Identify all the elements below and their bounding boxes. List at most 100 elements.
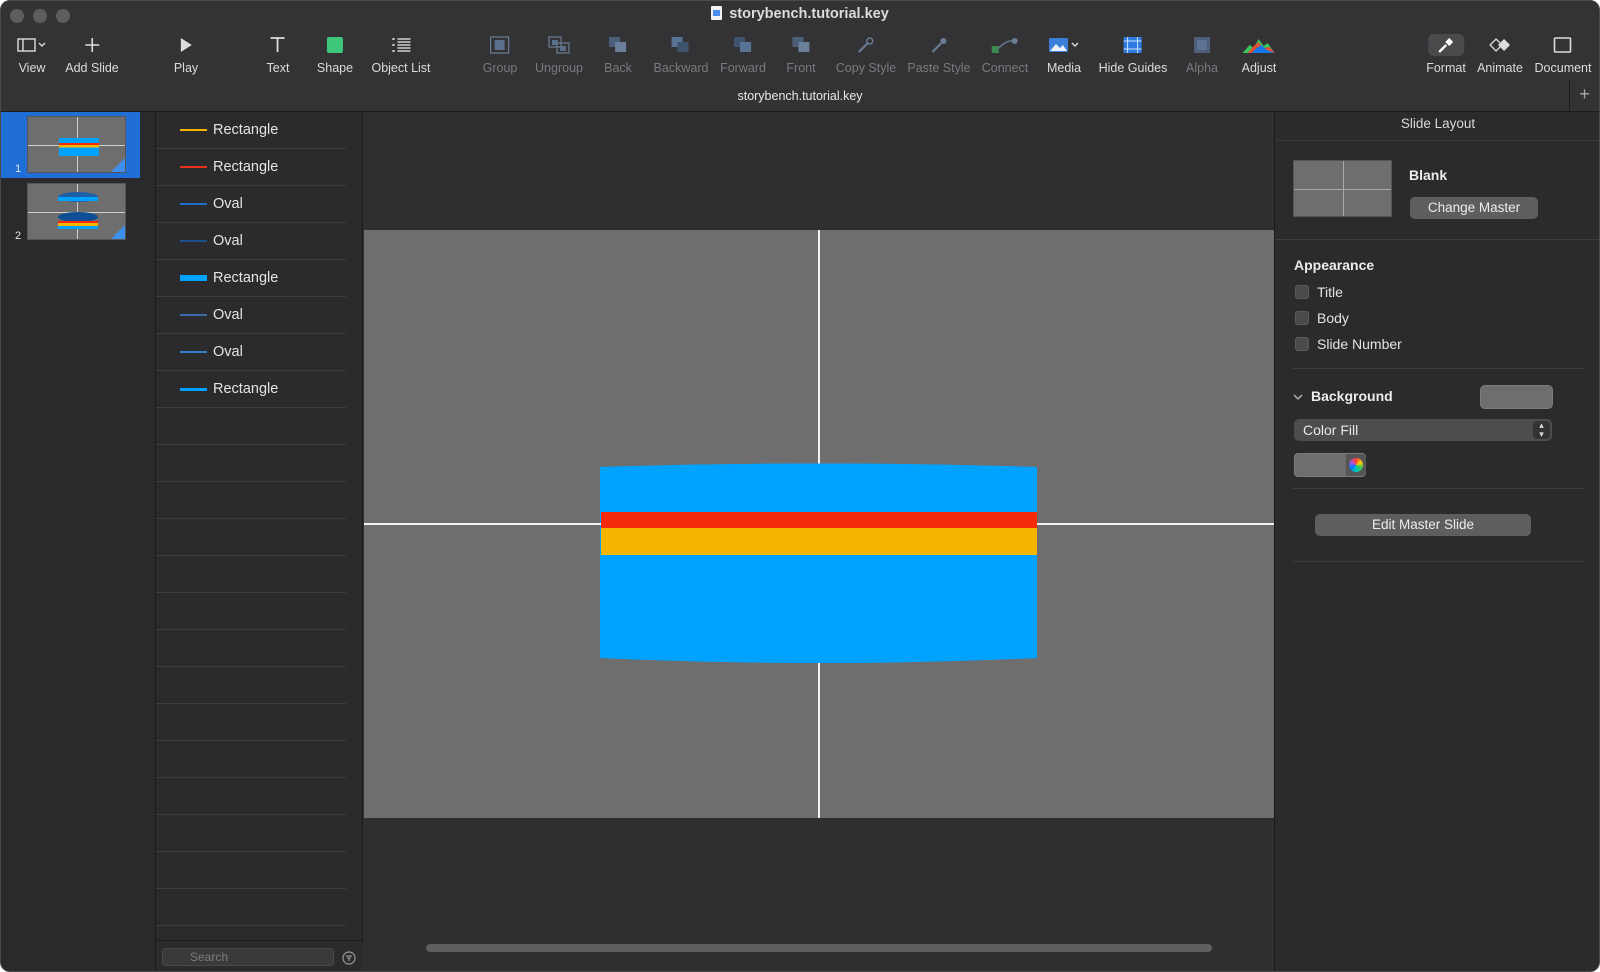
master-name: Blank bbox=[1409, 167, 1448, 183]
play-button[interactable]: Play bbox=[174, 34, 198, 75]
document-label: Document bbox=[1534, 61, 1592, 75]
empty-list-row bbox=[156, 556, 346, 593]
fill-type-select[interactable]: Color Fill ▴ ▾ bbox=[1294, 419, 1552, 441]
slide-2-preview bbox=[27, 183, 126, 240]
copy-style-icon bbox=[836, 34, 896, 56]
hide-guides-button[interactable]: Hide Guides bbox=[1099, 34, 1168, 75]
object-swatch-icon bbox=[180, 351, 207, 353]
body-checkbox-label: Body bbox=[1317, 310, 1349, 326]
object-list-button[interactable]: Object List bbox=[371, 34, 431, 75]
connect-button[interactable]: Connect bbox=[982, 34, 1028, 75]
object-list-item[interactable]: Oval bbox=[156, 186, 346, 223]
alpha-button[interactable]: Alpha bbox=[1186, 34, 1218, 75]
add-slide-label: Add Slide bbox=[65, 61, 119, 75]
window-title-text: storybench.tutorial.key bbox=[729, 6, 889, 22]
view-label: View bbox=[18, 61, 46, 75]
filter-icon[interactable] bbox=[342, 951, 356, 965]
background-color-swatch[interactable] bbox=[1480, 385, 1553, 409]
object-swatch-icon bbox=[180, 275, 207, 281]
object-list-item[interactable]: Rectangle bbox=[156, 149, 346, 186]
empty-list-row bbox=[156, 593, 346, 630]
object-list-item[interactable]: Oval bbox=[156, 223, 346, 260]
body-checkbox-row[interactable]: Body bbox=[1295, 310, 1349, 326]
text-label: Text bbox=[266, 61, 290, 75]
view-button[interactable]: View bbox=[17, 34, 47, 75]
slide-thumbnail-2[interactable]: 2 bbox=[1, 179, 140, 245]
title-checkbox-row[interactable]: Title bbox=[1295, 284, 1343, 300]
front-button[interactable]: Front bbox=[786, 34, 816, 75]
object-name: Rectangle bbox=[213, 270, 279, 286]
slide-1-preview bbox=[27, 116, 126, 173]
keynote-window: storybench.tutorial.key View Add Slide P… bbox=[0, 0, 1600, 972]
document-button[interactable]: Document bbox=[1534, 34, 1592, 75]
plus-icon bbox=[65, 34, 119, 56]
chevron-down-icon[interactable] bbox=[1293, 393, 1303, 401]
title-checkbox[interactable] bbox=[1295, 285, 1309, 299]
shape-icon bbox=[317, 34, 353, 56]
shape-label: Shape bbox=[316, 61, 354, 75]
slide-1-canvas[interactable] bbox=[364, 230, 1274, 818]
object-swatch-icon bbox=[180, 166, 207, 168]
color-wheel-icon[interactable] bbox=[1346, 454, 1366, 476]
new-tab-button[interactable]: + bbox=[1569, 80, 1599, 111]
paste-style-button[interactable]: Paste Style bbox=[907, 34, 971, 75]
copy-style-label: Copy Style bbox=[835, 61, 897, 75]
empty-list-row bbox=[156, 445, 346, 482]
backward-button[interactable]: Backward bbox=[654, 34, 708, 75]
empty-list-row bbox=[156, 815, 346, 852]
object-list-item[interactable]: Oval bbox=[156, 334, 346, 371]
empty-list-row bbox=[156, 852, 346, 889]
text-icon bbox=[267, 34, 290, 56]
format-label: Format bbox=[1426, 61, 1466, 75]
media-button[interactable]: Media bbox=[1047, 34, 1081, 75]
group-button[interactable]: Group bbox=[483, 34, 517, 75]
object-list-item[interactable]: Rectangle bbox=[156, 371, 346, 408]
format-button[interactable]: Format bbox=[1426, 34, 1466, 75]
edit-master-slide-button[interactable]: Edit Master Slide bbox=[1315, 514, 1531, 536]
appearance-heading: Appearance bbox=[1294, 257, 1375, 273]
slide-1-corner-marker bbox=[111, 158, 125, 172]
change-master-button[interactable]: Change Master bbox=[1410, 197, 1538, 219]
object-list-item[interactable]: Oval bbox=[156, 297, 346, 334]
forward-label: Forward bbox=[720, 61, 766, 75]
object-list-label: Object List bbox=[371, 61, 431, 75]
empty-list-row bbox=[156, 667, 346, 704]
horizontal-scrollbar[interactable] bbox=[426, 944, 1212, 952]
slide-number-checkbox-label: Slide Number bbox=[1317, 336, 1402, 352]
divider bbox=[1293, 561, 1585, 562]
animate-button[interactable]: Animate bbox=[1477, 34, 1523, 75]
slide-number-checkbox-row[interactable]: Slide Number bbox=[1295, 336, 1402, 352]
object-name: Oval bbox=[213, 344, 243, 360]
slide-thumbnail-1[interactable]: 1 bbox=[1, 112, 140, 178]
toolbar: storybench.tutorial.key View Add Slide P… bbox=[1, 1, 1599, 112]
keynote-document-icon bbox=[711, 6, 723, 20]
text-button[interactable]: Text bbox=[266, 34, 290, 75]
slide-number-checkbox[interactable] bbox=[1295, 337, 1309, 351]
object-swatch-icon bbox=[180, 203, 207, 205]
object-name: Oval bbox=[213, 307, 243, 323]
back-label: Back bbox=[604, 61, 632, 75]
background-heading: Background bbox=[1311, 388, 1393, 404]
body-checkbox[interactable] bbox=[1295, 311, 1309, 325]
empty-list-row bbox=[156, 408, 346, 445]
document-tab-title: storybench.tutorial.key bbox=[737, 89, 863, 103]
adjust-button[interactable]: Adjust bbox=[1242, 34, 1276, 75]
object-name: Rectangle bbox=[213, 381, 279, 397]
fill-type-value: Color Fill bbox=[1303, 422, 1359, 438]
fill-color-well[interactable] bbox=[1294, 453, 1366, 477]
alpha-icon bbox=[1186, 34, 1218, 56]
object-list-item[interactable]: Rectangle bbox=[156, 112, 346, 149]
add-slide-button[interactable]: Add Slide bbox=[65, 34, 119, 75]
object-swatch-icon bbox=[180, 314, 207, 316]
ungroup-button[interactable]: Ungroup bbox=[535, 34, 583, 75]
back-button[interactable]: Back bbox=[604, 34, 632, 75]
object-search-input[interactable] bbox=[162, 948, 334, 966]
shape-button[interactable]: Shape bbox=[317, 34, 353, 75]
list-icon bbox=[371, 34, 430, 56]
forward-button[interactable]: Forward bbox=[720, 34, 766, 75]
copy-style-button[interactable]: Copy Style bbox=[836, 34, 896, 75]
guides-icon bbox=[1099, 34, 1168, 56]
object-list-item[interactable]: Rectangle bbox=[156, 260, 346, 297]
object-list-panel: Rectangle Rectangle Oval Oval Rectangle Oval O… bbox=[156, 112, 363, 971]
empty-list-row bbox=[156, 889, 346, 926]
